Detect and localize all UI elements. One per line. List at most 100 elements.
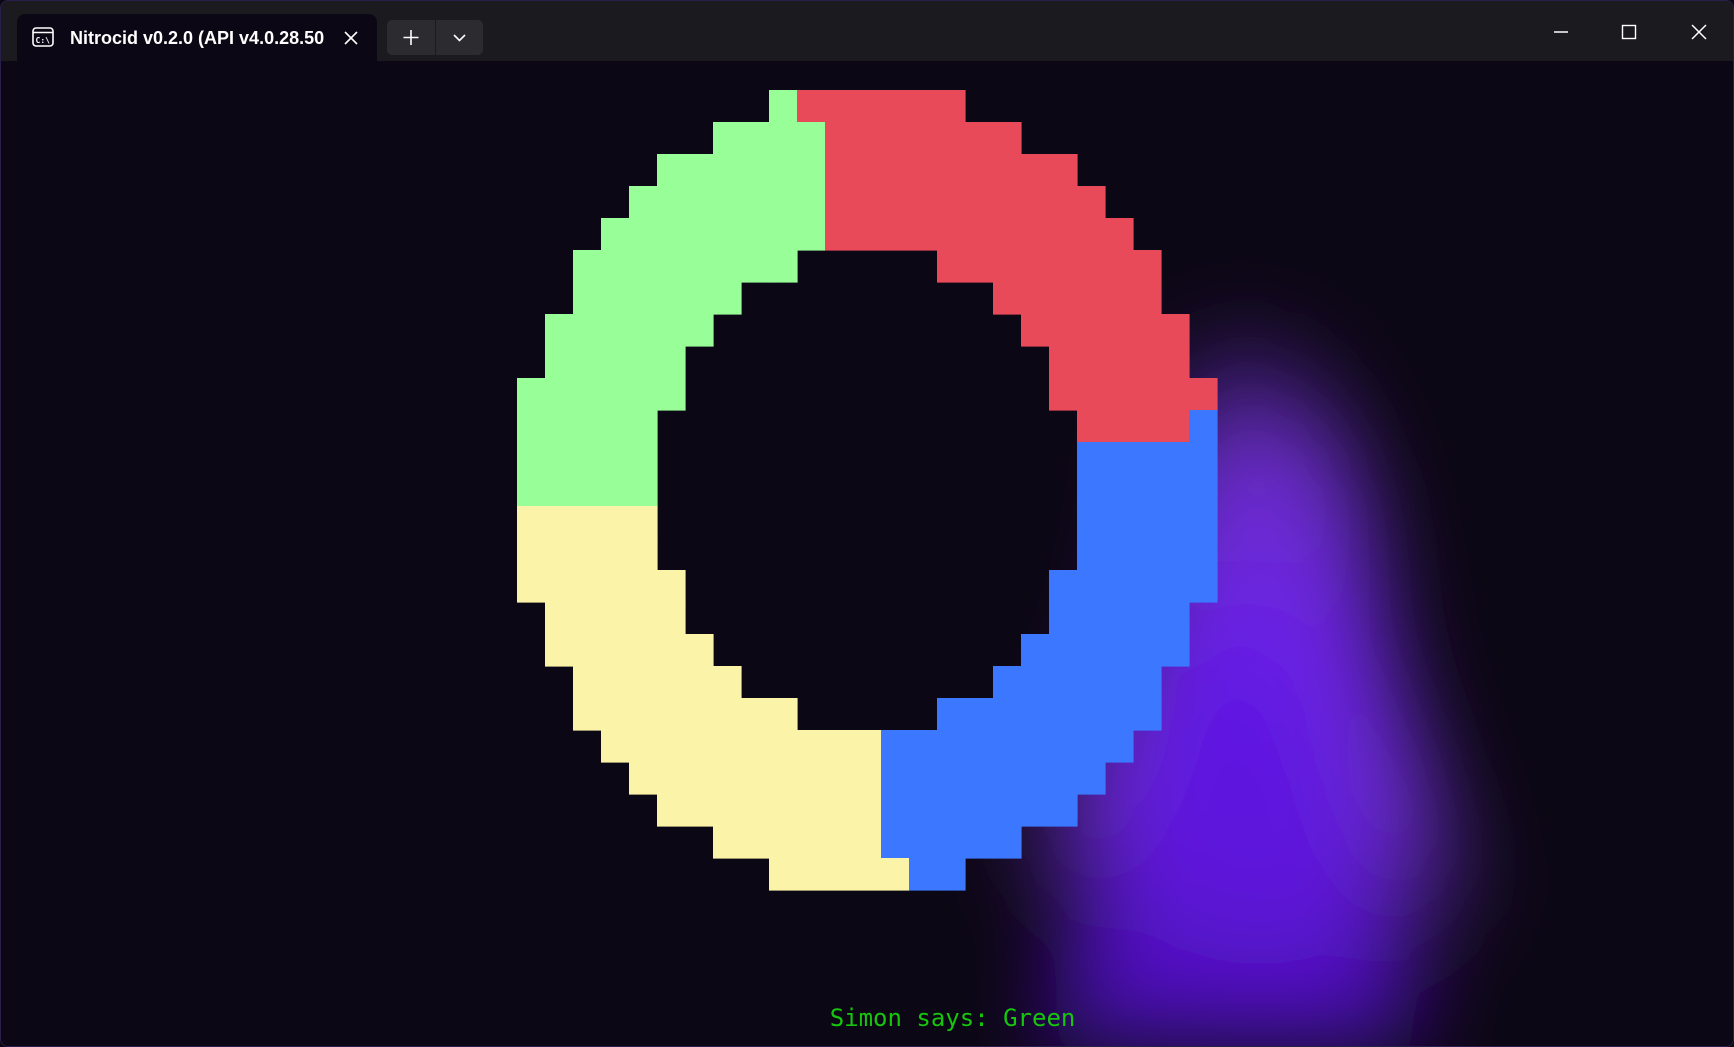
- wheel-segment-blue: [1105, 474, 1134, 507]
- wheel-segment-red: [853, 154, 882, 187]
- wheel-segment-yellow: [629, 762, 658, 795]
- wheel-segment-blue: [1077, 762, 1106, 795]
- wheel-segment-red: [1133, 314, 1162, 347]
- wheel-segment-blue: [1105, 538, 1134, 571]
- wheel-segment-blue: [1133, 634, 1162, 667]
- wheel-segment-yellow: [629, 538, 658, 571]
- wheel-segment-red: [937, 186, 966, 219]
- wheel-segment-yellow: [629, 666, 658, 699]
- wheel-segment-red: [1049, 186, 1078, 219]
- wheel-segment-green: [797, 122, 826, 155]
- wheel-segment-red: [1049, 346, 1078, 379]
- wheel-segment-blue: [1077, 538, 1106, 571]
- wheel-segment-green: [573, 474, 602, 507]
- wheel-segment-blue: [1133, 474, 1162, 507]
- wheel-segment-green: [797, 186, 826, 219]
- wheel-segment-green: [741, 218, 770, 251]
- wheel-segment-blue: [1189, 506, 1218, 539]
- wheel-segment-red: [1021, 314, 1050, 347]
- wheel-segment-blue: [937, 698, 966, 731]
- close-window-button[interactable]: [1682, 15, 1716, 49]
- minimize-button[interactable]: [1544, 15, 1578, 49]
- wheel-segment-blue: [909, 858, 938, 891]
- wheel-segment-blue: [881, 794, 910, 827]
- wheel-segment-red: [1077, 282, 1106, 315]
- wheel-segment-blue: [1189, 474, 1218, 507]
- wheel-segment-green: [629, 218, 658, 251]
- status-line: Simon says: Green: [743, 973, 1076, 1032]
- wheel-segment-blue: [1105, 634, 1134, 667]
- wheel-segment-red: [1049, 154, 1078, 187]
- wheel-segment-yellow: [853, 730, 882, 763]
- wheel-segment-yellow: [769, 698, 798, 731]
- wheel-segment-green: [601, 410, 630, 443]
- wheel-segment-blue: [1049, 634, 1078, 667]
- wheel-segment-yellow: [657, 730, 686, 763]
- wheel-segment-blue: [1105, 698, 1134, 731]
- wheel-segment-green: [769, 250, 798, 283]
- wheel-segment-blue: [1077, 442, 1106, 475]
- wheel-segment-yellow: [545, 538, 574, 571]
- wheel-segment-yellow: [685, 666, 714, 699]
- tab-nitrocid[interactable]: C:\ Nitrocid v0.2.0 (API v4.0.28.50: [17, 14, 377, 61]
- wheel-segment-green: [769, 218, 798, 251]
- terminal-area[interactable]: Simon says: Green: [1, 61, 1733, 1046]
- wheel-segment-red: [965, 154, 994, 187]
- wheel-segment-red: [1049, 378, 1078, 411]
- wheel-segment-blue: [1161, 474, 1190, 507]
- wheel-segment-yellow: [601, 730, 630, 763]
- wheel-segment-green: [685, 314, 714, 347]
- wheel-segment-red: [909, 186, 938, 219]
- wheel-segment-yellow: [769, 762, 798, 795]
- wheel-segment-blue: [993, 762, 1022, 795]
- wheel-segment-yellow: [741, 762, 770, 795]
- close-tab-icon[interactable]: [341, 28, 361, 48]
- wheel-segment-red: [825, 186, 854, 219]
- wheel-segment-blue: [1049, 570, 1078, 603]
- wheel-segment-yellow: [573, 666, 602, 699]
- wheel-segment-blue: [1105, 666, 1134, 699]
- wheel-segment-yellow: [629, 730, 658, 763]
- wheel-segment-blue: [1105, 506, 1134, 539]
- wheel-segment-blue: [1133, 442, 1162, 475]
- wheel-segment-yellow: [657, 602, 686, 635]
- wheel-segment-yellow: [685, 698, 714, 731]
- wheel-segment-green: [685, 218, 714, 251]
- wheel-segment-yellow: [601, 570, 630, 603]
- wheel-segment-yellow: [713, 698, 742, 731]
- wheel-segment-yellow: [741, 794, 770, 827]
- wheel-segment-yellow: [601, 698, 630, 731]
- title-bar: C:\ Nitrocid v0.2.0 (API v4.0.28.50: [1, 1, 1733, 61]
- wheel-segment-yellow: [517, 570, 546, 603]
- maximize-icon: [1621, 24, 1637, 40]
- wheel-segment-red: [1105, 410, 1134, 443]
- wheel-segment-red: [825, 154, 854, 187]
- wheel-segment-green: [685, 250, 714, 283]
- wheel-segment-blue: [965, 762, 994, 795]
- wheel-segment-yellow: [713, 762, 742, 795]
- wheel-segment-yellow: [573, 634, 602, 667]
- wheel-segment-red: [1077, 346, 1106, 379]
- wheel-segment-blue: [1105, 442, 1134, 475]
- wheel-segment-red: [1077, 378, 1106, 411]
- wheel-segment-blue: [1049, 794, 1078, 827]
- maximize-button[interactable]: [1612, 15, 1646, 49]
- wheel-segment-red: [993, 250, 1022, 283]
- wheel-segment-blue: [993, 666, 1022, 699]
- wheel-segment-yellow: [797, 858, 826, 891]
- minimize-icon: [1554, 31, 1568, 33]
- wheel-segment-red: [993, 154, 1022, 187]
- wheel-segment-red: [909, 122, 938, 155]
- wheel-segment-yellow: [545, 634, 574, 667]
- wheel-segment-blue: [1133, 666, 1162, 699]
- wheel-segment-red: [881, 186, 910, 219]
- wheel-segment-blue: [1021, 698, 1050, 731]
- new-tab-button[interactable]: [387, 20, 435, 55]
- tab-dropdown-button[interactable]: [435, 20, 483, 55]
- wheel-segment-green: [657, 218, 686, 251]
- wheel-segment-green: [657, 282, 686, 315]
- status-prefix: Simon says:: [829, 1004, 1004, 1032]
- wheel-segment-yellow: [769, 794, 798, 827]
- wheel-segment-blue: [937, 730, 966, 763]
- wheel-segment-green: [657, 378, 686, 411]
